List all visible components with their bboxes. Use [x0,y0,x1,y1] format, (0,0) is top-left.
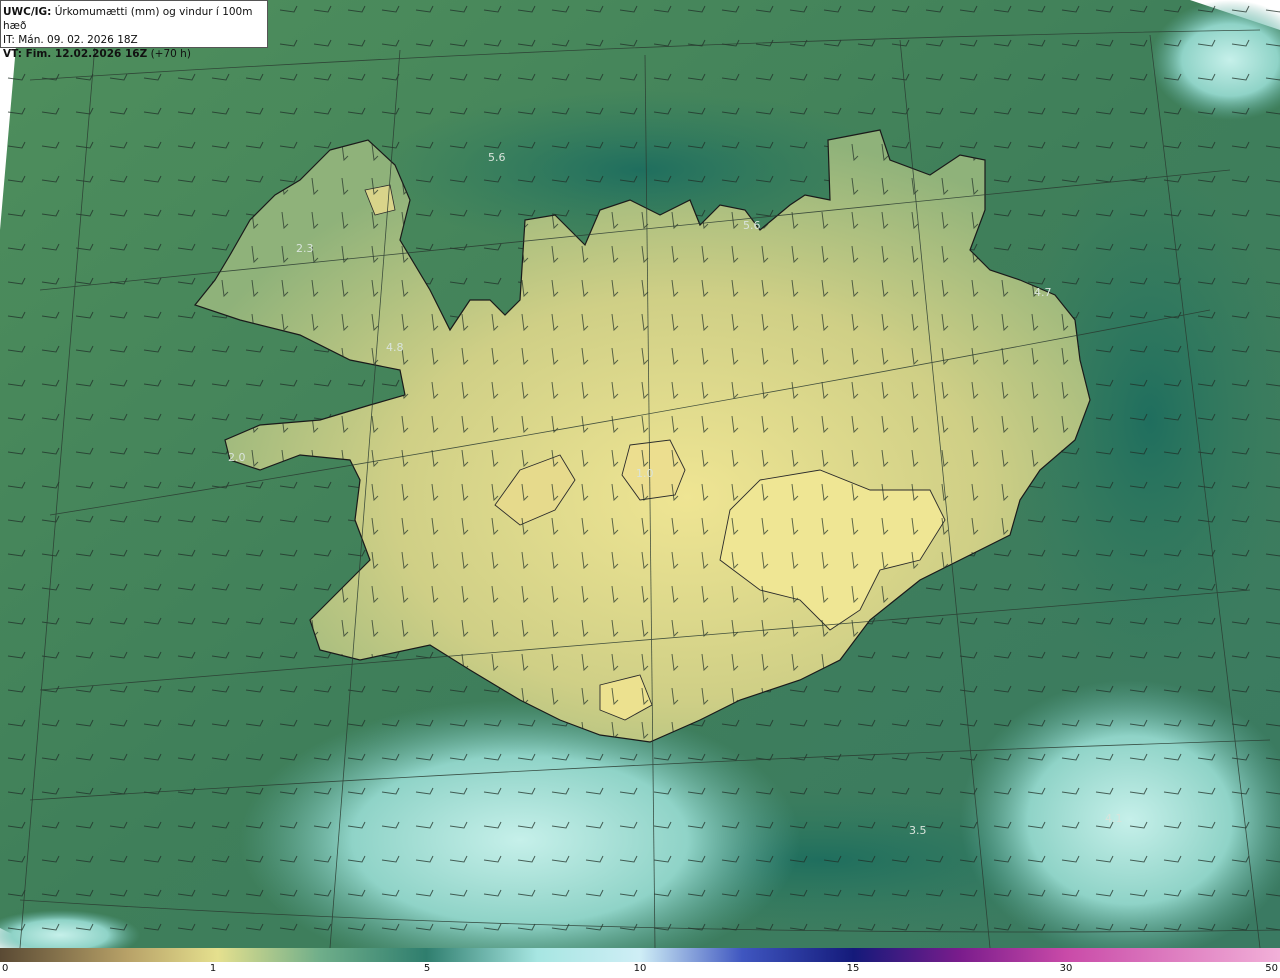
map-label-4-1: 4.1 [1105,812,1123,825]
map-label-2-0: 2.0 [228,451,246,464]
colorbar-tick-15: 15 [846,963,860,974]
map-label-5-6-northeast: 5.6 [743,219,761,232]
colorbar-tick-1: 1 [209,963,217,974]
forecast-lead: (+70 h) [150,48,191,60]
weather-map: 5.6 5.6 2.3 4.7 4.8 2.0 1.0 3.5 4.1 [0,0,1280,948]
colorbar-tick-30: 30 [1059,963,1073,974]
valid-time-line: VT: Fim. 12.02.2026 16Z (+70 h) [3,47,267,61]
map-label-5-6-north: 5.6 [488,151,506,164]
header-title-line: UWC/IG: Úrkomumætti (mm) og vindur í 100… [3,5,267,33]
valid-time: VT: Fim. 12.02.2026 16Z [3,48,148,60]
header-info-box: UWC/IG: Úrkomumætti (mm) og vindur í 100… [0,0,268,60]
initial-time: IT: Mán. 09. 02. 2026 18Z [3,34,138,46]
map-label-3-5: 3.5 [909,824,927,837]
map-label-4-7: 4.7 [1034,286,1052,299]
colorbar-tick-5: 5 [423,963,431,974]
colorbar-tick-0: 0 [2,963,9,974]
map-label-2-3: 2.3 [296,242,314,255]
map-label-4-8: 4.8 [386,341,404,354]
map-label-1-0: 1.0 [636,467,654,480]
product-code: UWC/IG: [3,6,52,18]
colorbar-ticks: 0 1 5 10 15 30 50 [0,962,1280,978]
colorbar-tick-50: 50 [1265,963,1278,974]
colorbar-tick-10: 10 [633,963,647,974]
colorbar-gradient [0,948,1280,962]
colorbar [0,948,1280,962]
